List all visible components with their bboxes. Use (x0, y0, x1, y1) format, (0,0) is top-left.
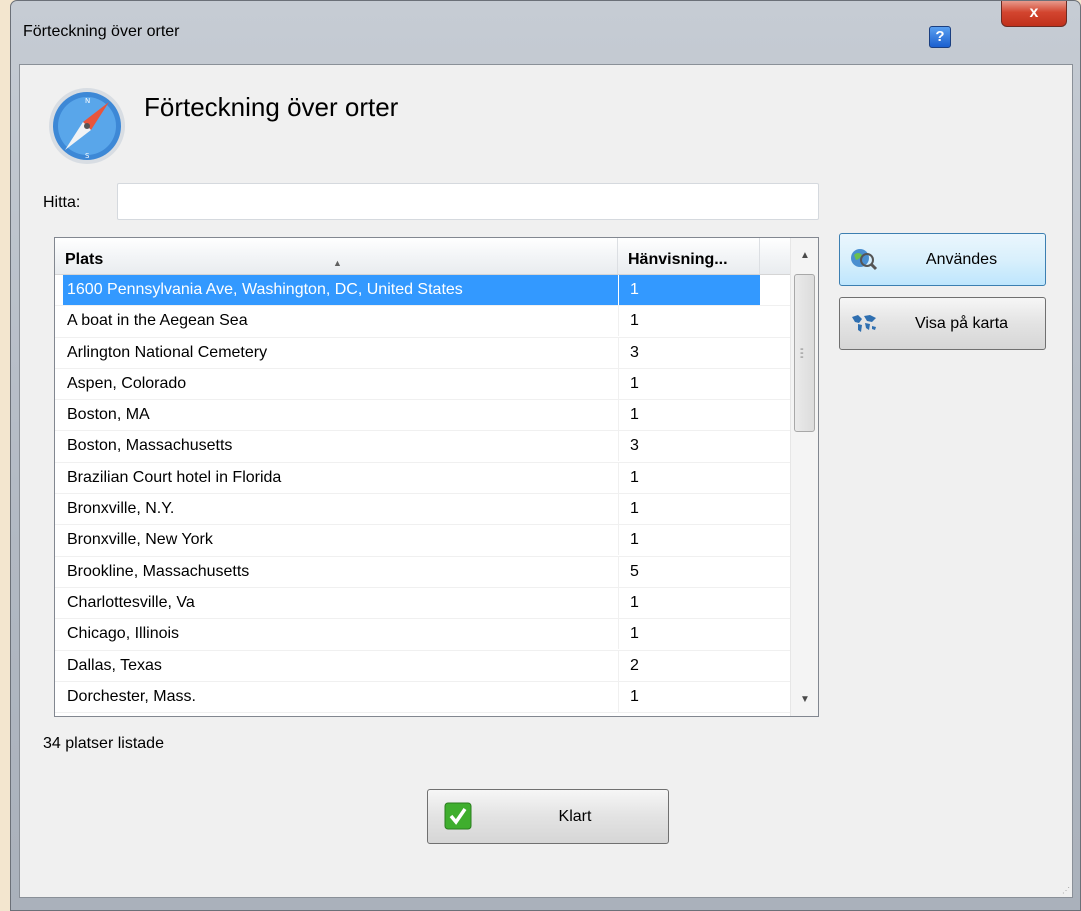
table-row[interactable]: Chicago, Illinois 1 (55, 619, 790, 651)
table-row[interactable]: Brookline, Massachusetts 5 (55, 556, 790, 588)
sort-ascending-icon: ▲ (333, 258, 342, 268)
table-row[interactable]: A boat in the Aegean Sea 1 (55, 306, 790, 338)
cell-place: Brookline, Massachusetts (67, 562, 250, 580)
scroll-thumb[interactable]: --- (794, 274, 815, 432)
show-on-map-button[interactable]: Visa på karta (839, 297, 1046, 350)
table-row[interactable]: Boston, MA 1 (55, 400, 790, 432)
table-row[interactable]: Boston, Massachusetts 3 (55, 431, 790, 463)
cell-place: 1600 Pennsylvania Ave, Washington, DC, U… (63, 275, 618, 305)
table-header: ▲ Plats Hänvisning... (55, 238, 790, 275)
done-button[interactable]: Klart (427, 789, 669, 844)
scroll-down-arrow-icon[interactable]: ▼ (791, 686, 818, 714)
cell-references: 1 (618, 462, 760, 493)
cell-references: 1 (618, 400, 760, 431)
column-header-filler (760, 238, 790, 274)
table-row[interactable]: Bronxville, N.Y. 1 (55, 494, 790, 526)
cell-references: 3 (618, 337, 760, 368)
status-text: 34 platser listade (43, 735, 164, 752)
find-input[interactable] (117, 183, 819, 220)
table-row[interactable]: Aspen, Colorado 1 (55, 368, 790, 401)
cell-references: 5 (618, 556, 760, 587)
help-button[interactable]: ? (929, 26, 951, 48)
cell-references: 1 (618, 306, 760, 337)
table-row[interactable]: Dallas, Texas 2 (55, 650, 790, 682)
column-header-references[interactable]: Hänvisning... (618, 238, 760, 274)
cell-place: Charlottesville, Va (67, 593, 195, 611)
cell-place: Boston, Massachusetts (67, 437, 233, 455)
show-on-map-button-label: Visa på karta (914, 315, 1009, 332)
grip-icon: --- (800, 343, 804, 363)
close-button[interactable]: x (1001, 1, 1067, 27)
vertical-scrollbar[interactable]: ▲ --- ▼ (790, 238, 818, 716)
table-row[interactable]: Dorchester, Mass. 1 (55, 681, 790, 714)
table-row[interactable]: 1600 Pennsylvania Ave, Washington, DC, U… (55, 275, 790, 307)
scroll-up-arrow-icon[interactable]: ▲ (791, 242, 818, 270)
title-bar[interactable]: Förteckning över orter ? x (11, 1, 1080, 64)
svg-text:N: N (85, 97, 90, 105)
column-header-plats[interactable]: ▲ Plats (55, 238, 618, 274)
table-row[interactable]: Brazilian Court hotel in Florida 1 (55, 462, 790, 495)
cell-references: 1 (618, 587, 760, 618)
cell-references: 1 (618, 681, 760, 712)
cell-references: 2 (618, 650, 760, 681)
cell-place: Dallas, Texas (67, 656, 162, 674)
window-title: Förteckning över orter (23, 23, 180, 40)
table-row[interactable]: Charlottesville, Va 1 (55, 587, 790, 620)
page-title: Förteckning över orter (144, 92, 399, 122)
cell-place: Chicago, Illinois (67, 625, 180, 643)
cell-place: Brazilian Court hotel in Florida (67, 468, 282, 486)
resize-grip-icon[interactable]: ⋰ (1062, 886, 1070, 895)
cell-place: A boat in the Aegean Sea (67, 312, 248, 330)
cell-references: 1 (618, 525, 760, 556)
table-row[interactable]: Bronxville, New York 1 (55, 525, 790, 557)
cell-place: Bronxville, New York (67, 531, 213, 549)
table-rows: 1600 Pennsylvania Ave, Washington, DC, U… (55, 275, 790, 714)
world-map-icon (852, 315, 876, 332)
done-button-label: Klart (558, 808, 592, 825)
places-table: ▲ Plats Hänvisning... 1600 Pennsylvania … (54, 237, 819, 717)
column-header-plats-label: Plats (65, 251, 104, 268)
cell-references: 1 (618, 494, 760, 525)
green-checkmark-icon (444, 802, 472, 830)
cell-place: Bronxville, N.Y. (67, 500, 175, 518)
find-label: Hitta: (43, 194, 81, 211)
cell-place: Boston, MA (67, 406, 150, 424)
cell-references: 1 (618, 619, 760, 650)
cell-place: Arlington National Cemetery (67, 343, 268, 361)
cell-place: Dorchester, Mass. (67, 687, 196, 705)
dialog-window: Förteckning över orter ? x N S Förteckni… (10, 0, 1081, 911)
cell-references: 1 (618, 275, 760, 305)
table-row[interactable]: Arlington National Cemetery 3 (55, 337, 790, 369)
compass-icon: N S (49, 88, 125, 164)
dialog-body: N S Förteckning över orter Hitta: ▲ Plat… (19, 64, 1073, 898)
cell-place: Aspen, Colorado (67, 374, 187, 392)
cell-references: 3 (618, 431, 760, 462)
cell-references: 1 (618, 368, 760, 399)
used-button-label: Användes (925, 251, 998, 268)
search-globe-icon (851, 249, 878, 271)
svg-text:S: S (85, 152, 90, 160)
used-button[interactable]: Användes (839, 233, 1046, 286)
